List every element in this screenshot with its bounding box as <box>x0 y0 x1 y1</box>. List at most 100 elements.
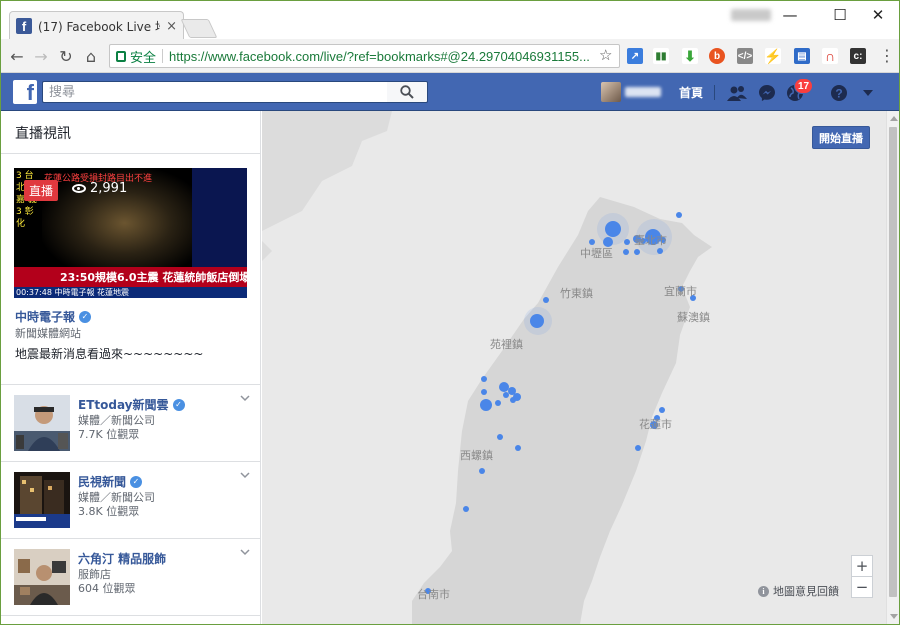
extension-code-icon[interactable]: </> <box>737 48 753 64</box>
help-icon[interactable]: ? <box>828 82 850 104</box>
friend-requests-icon[interactable] <box>726 82 748 104</box>
live-marker[interactable] <box>635 445 641 451</box>
featured-page-name[interactable]: 中時電子報 ✓ <box>15 308 92 325</box>
item-thumbnail <box>14 395 70 451</box>
bookmark-star-icon[interactable]: ☆ <box>599 46 612 64</box>
extension-bars-icon[interactable]: ▮▮ <box>653 48 669 64</box>
browser-toolbar: ← → ↻ ⌂ 安全 https://www.facebook.com/live… <box>1 39 899 73</box>
featured-video-thumbnail[interactable]: 3 台 北 3 嘉 義 3 彰 化 花蓮公路受損封路目出不進 最新 23:50規… <box>14 168 247 298</box>
browser-tab[interactable]: f (17) Facebook Live 地圖 × <box>9 11 184 40</box>
extension-orange-icon[interactable]: b <box>709 48 725 64</box>
chevron-down-icon[interactable] <box>240 393 250 403</box>
reload-icon[interactable]: ↻ <box>56 46 76 66</box>
featured-page-name-text: 中時電子報 <box>15 310 76 324</box>
browser-menu-icon[interactable]: ⋮ <box>879 46 895 65</box>
facebook-logo-icon[interactable]: f <box>13 80 37 104</box>
live-marker[interactable] <box>479 468 485 474</box>
extension-bolt-icon[interactable]: ⚡ <box>764 48 782 64</box>
messenger-icon[interactable] <box>756 82 778 104</box>
live-marker[interactable] <box>503 392 509 398</box>
live-marker[interactable] <box>481 376 487 382</box>
live-marker[interactable] <box>499 382 509 392</box>
item-page-name[interactable]: 民視新聞 ✓ <box>78 473 143 490</box>
live-marker[interactable] <box>480 399 492 411</box>
featured-video-description: 地震最新消息看過來~~~~~~~~ <box>15 347 204 361</box>
new-tab-button[interactable] <box>180 19 218 38</box>
item-viewer-count: 7.7K 位觀眾 <box>78 428 140 441</box>
scroll-down-arrow-icon[interactable] <box>890 614 898 619</box>
live-marker[interactable] <box>530 314 544 328</box>
address-bar[interactable]: 安全 https://www.facebook.com/live/?ref=bo… <box>109 44 620 68</box>
item-page-name-text: ETtoday新聞雲 <box>78 398 169 412</box>
tab-close-icon[interactable]: × <box>166 19 177 34</box>
forward-arrow-icon[interactable]: → <box>31 46 51 66</box>
zoom-out-button[interactable]: − <box>851 576 873 598</box>
live-map[interactable] <box>262 111 886 624</box>
extension-cli-icon[interactable]: c: <box>850 48 866 64</box>
live-video-item-ettoday[interactable]: ETtoday新聞雲 ✓ 媒體／新聞公司 7.7K 位觀眾 <box>1 385 260 461</box>
omnibox-separator <box>162 49 164 63</box>
live-video-item-boutique[interactable]: 六角汀 精品服飾 服飾店 604 位觀眾 <box>1 539 260 615</box>
map-city-label: 台南市 <box>417 588 450 601</box>
extension-translate-icon[interactable]: ▤ <box>794 48 810 64</box>
chevron-down-icon[interactable] <box>240 470 250 480</box>
scroll-up-arrow-icon[interactable] <box>890 116 898 121</box>
live-marker[interactable] <box>659 407 665 413</box>
live-video-item-ftv[interactable]: 民視新聞 ✓ 媒體／新聞公司 3.8K 位觀眾 <box>1 462 260 538</box>
chevron-down-icon[interactable] <box>240 547 250 557</box>
scrollbar-thumb[interactable] <box>889 127 897 597</box>
extension-magnet-icon[interactable]: ∩ <box>822 48 838 64</box>
panel-title: 直播視訊 <box>15 126 71 142</box>
live-marker[interactable] <box>605 221 621 237</box>
map-city-label: 西螺鎮 <box>460 449 493 462</box>
live-marker[interactable] <box>463 506 469 512</box>
live-marker[interactable] <box>624 239 630 245</box>
svg-text:?: ? <box>835 87 842 101</box>
search-button[interactable] <box>387 81 428 103</box>
search-input[interactable] <box>42 81 387 103</box>
viewer-count-value: 2,991 <box>90 181 128 196</box>
close-window-button[interactable]: ✕ <box>857 3 899 27</box>
taiwan-landmass <box>412 197 712 624</box>
browser-profile-name[interactable] <box>731 9 771 21</box>
zoom-in-button[interactable]: + <box>851 555 873 577</box>
notification-count-badge: 17 <box>794 78 814 94</box>
item-page-name[interactable]: ETtoday新聞雲 ✓ <box>78 396 185 413</box>
map-canvas <box>262 111 712 624</box>
url-text: https://www.facebook.com/live/?ref=bookm… <box>169 48 590 64</box>
live-marker[interactable] <box>543 297 549 303</box>
live-marker[interactable] <box>634 249 640 255</box>
item-page-name[interactable]: 六角汀 精品服飾 <box>78 550 166 567</box>
featured-page-category: 新聞媒體網站 <box>15 327 81 340</box>
extension-download-icon[interactable]: ⬇ <box>682 48 698 64</box>
home-icon[interactable]: ⌂ <box>81 46 101 66</box>
tab-strip: f (17) Facebook Live 地圖 × — ☐ ✕ <box>1 1 899 40</box>
live-marker[interactable] <box>623 249 629 255</box>
avatar[interactable] <box>601 82 621 102</box>
extension-chart-icon[interactable]: ↗ <box>627 48 643 64</box>
map-city-label: 宜蘭市 <box>664 285 697 298</box>
info-icon: i <box>758 585 769 597</box>
map-feedback-link[interactable]: i 地圖意見回饋 <box>758 583 839 599</box>
verified-badge-icon: ✓ <box>79 310 92 323</box>
live-marker[interactable] <box>657 248 663 254</box>
maximize-button[interactable]: ☐ <box>819 3 861 27</box>
page-scrollbar[interactable] <box>886 111 899 624</box>
back-arrow-icon[interactable]: ← <box>7 46 27 66</box>
live-marker[interactable] <box>497 434 503 440</box>
item-page-name-text: 民視新聞 <box>78 475 127 489</box>
item-thumbnail <box>14 549 70 605</box>
account-menu-caret-icon[interactable] <box>857 82 879 104</box>
start-live-button[interactable]: 開始直播 <box>812 126 870 149</box>
minimize-button[interactable]: — <box>769 3 811 27</box>
live-marker[interactable] <box>510 397 516 403</box>
profile-name[interactable] <box>625 87 661 97</box>
live-marker[interactable] <box>495 400 501 406</box>
list-divider <box>1 615 260 616</box>
panel-divider <box>1 153 260 154</box>
live-marker[interactable] <box>481 389 487 395</box>
live-marker[interactable] <box>515 445 521 451</box>
live-marker[interactable] <box>676 212 682 218</box>
live-badge: 直播 <box>24 180 59 201</box>
home-link[interactable]: 首頁 <box>679 84 703 101</box>
